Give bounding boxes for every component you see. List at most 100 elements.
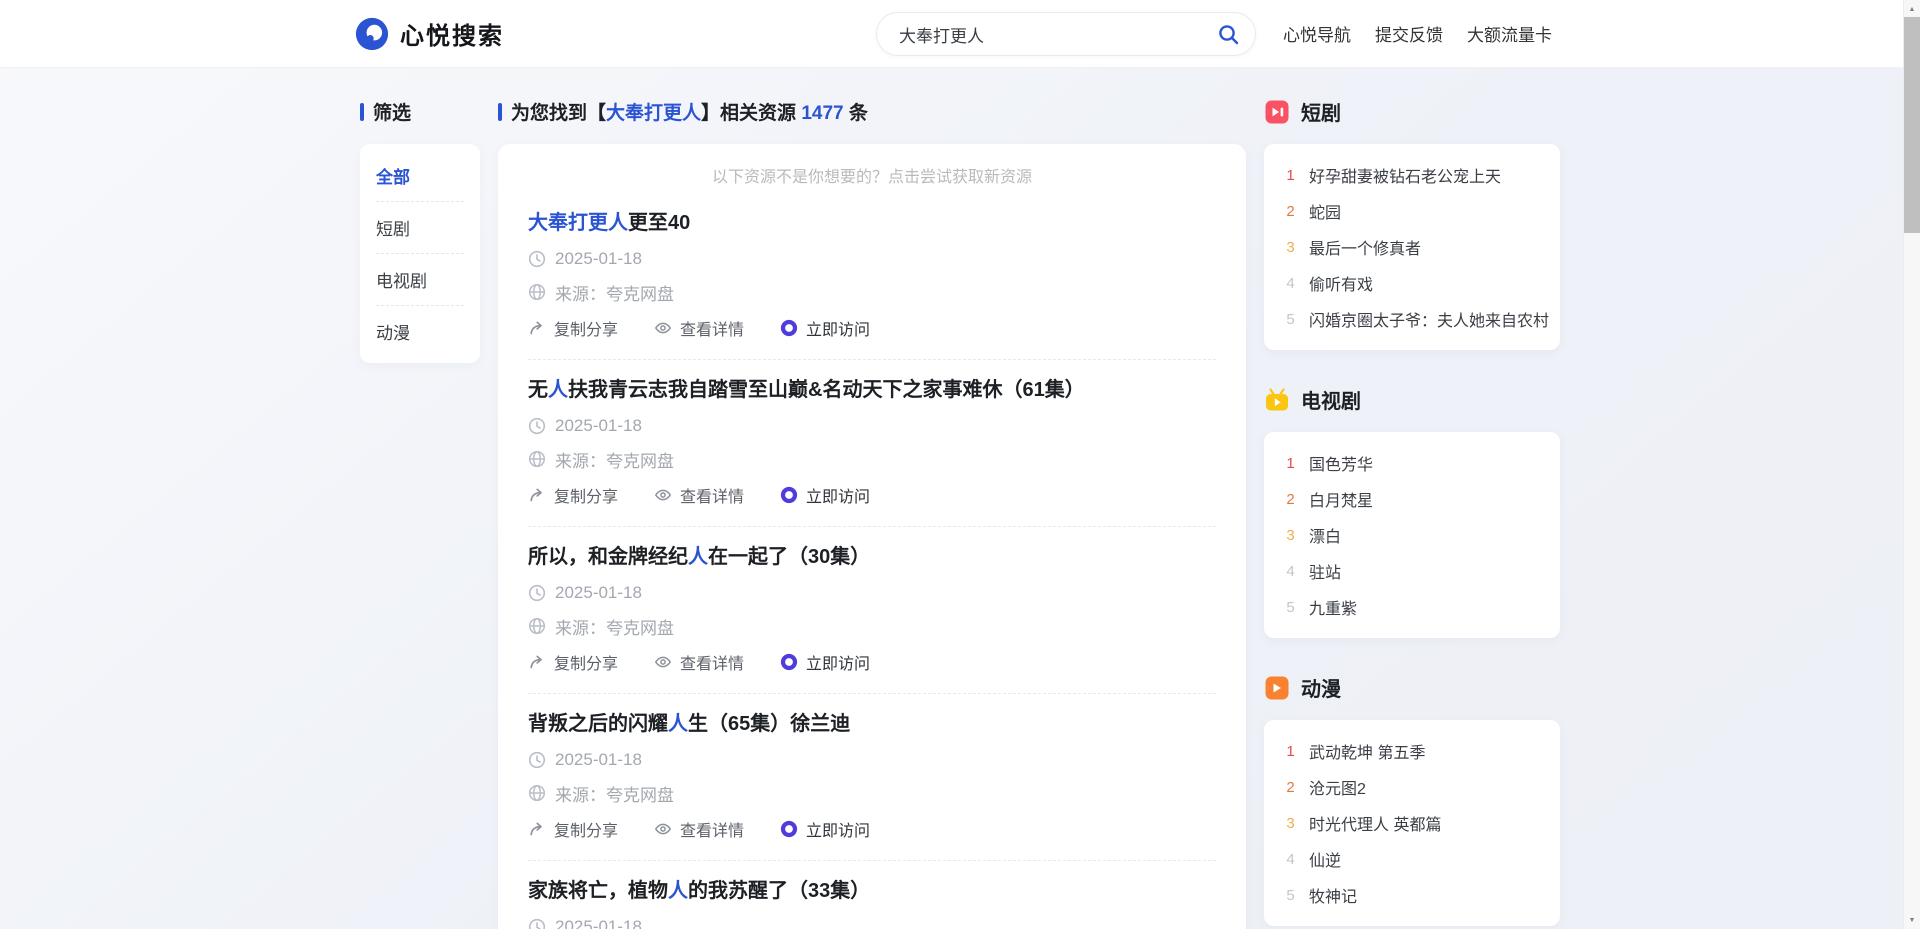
logo[interactable]: 心悦搜索 <box>354 0 504 67</box>
rank-label: 沧元图2 <box>1309 775 1366 799</box>
view-detail-button[interactable]: 查看详情 <box>654 817 744 841</box>
rank-item[interactable]: 4驻站 <box>1284 553 1540 589</box>
nav-link-data-card[interactable]: 大额流量卡 <box>1467 21 1552 46</box>
result-title[interactable]: 家族将亡，植物人的我苏醒了（33集） <box>528 878 1216 904</box>
filter-item-anime[interactable]: 动漫 <box>376 306 464 357</box>
visit-now-button[interactable]: 立即访问 <box>780 817 870 841</box>
result-date: 2025-01-18 <box>528 416 1216 436</box>
rank-item[interactable]: 5牧神记 <box>1284 877 1540 913</box>
rank-label: 九重紫 <box>1309 595 1357 619</box>
search-button[interactable] <box>1217 23 1255 46</box>
copy-share-button[interactable]: 复制分享 <box>528 650 618 674</box>
result-actions: 复制分享 查看详情 立即访问 <box>528 485 1216 505</box>
search-box[interactable] <box>876 12 1256 56</box>
scrollbar-thumb[interactable] <box>1904 17 1920 233</box>
summary-suffix: 条 <box>844 103 868 124</box>
filter-item-short-drama[interactable]: 短剧 <box>376 202 464 254</box>
title-text: 生（65集）徐兰迪 <box>688 713 850 735</box>
rank-number: 1 <box>1284 455 1297 472</box>
rankings-sidebar: 短剧 1好孕甜妻被钻石老公宠上天 2蛇园 3最后一个修真者 4偷听有戏 5闪婚京… <box>1264 98 1560 926</box>
visit-now-label: 立即访问 <box>806 817 870 841</box>
source-text: 来源：夸克网盘 <box>555 447 674 472</box>
date-text: 2025-01-18 <box>555 416 642 436</box>
result-title[interactable]: 背叛之后的闪耀人生（65集）徐兰迪 <box>528 711 1216 737</box>
rank-item[interactable]: 1国色芳华 <box>1284 445 1540 481</box>
rank-item[interactable]: 2白月梵星 <box>1284 481 1540 517</box>
rank-item[interactable]: 2 沧元图2 <box>1284 769 1540 805</box>
rank-item[interactable]: 1好孕甜妻被钻石老公宠上天 <box>1284 157 1540 193</box>
clock-icon <box>528 417 546 435</box>
rank-number: 1 <box>1284 743 1297 760</box>
logo-text: 心悦搜索 <box>400 16 504 51</box>
clock-icon <box>528 918 546 929</box>
copy-share-label: 复制分享 <box>554 817 618 841</box>
nav-link-xinyue-nav[interactable]: 心悦导航 <box>1283 21 1351 46</box>
result-title[interactable]: 大奉打更人更至40 <box>528 210 1216 236</box>
view-detail-button[interactable]: 查看详情 <box>654 316 744 340</box>
view-detail-label: 查看详情 <box>680 650 744 674</box>
share-icon <box>528 653 546 671</box>
filter-sidebar: 筛选 全部 短剧 电视剧 动漫 <box>360 98 480 363</box>
short-drama-icon <box>1264 99 1290 125</box>
rank-number: 2 <box>1284 779 1297 796</box>
title-highlight: 人 <box>668 880 688 902</box>
date-text: 2025-01-18 <box>555 750 642 770</box>
rank-item[interactable]: 5闪婚京圈太子爷：夫人她来自农村 <box>1284 301 1540 337</box>
view-detail-button[interactable]: 查看详情 <box>654 650 744 674</box>
copy-share-button[interactable]: 复制分享 <box>528 817 618 841</box>
clock-icon <box>528 584 546 602</box>
rank-number: 2 <box>1284 203 1297 220</box>
result-source: 来源：夸克网盘 <box>528 783 1216 803</box>
scroll-down-arrow[interactable]: ▼ <box>1904 912 1920 928</box>
result-source: 来源：夸克网盘 <box>528 449 1216 469</box>
title-text: 的我苏醒了（33集） <box>688 880 870 902</box>
title-highlight: 大奉打更人 <box>528 212 628 234</box>
rank-number: 5 <box>1284 887 1297 904</box>
summary-middle: 】相关资源 <box>701 103 801 124</box>
result-source: 来源：夸克网盘 <box>528 616 1216 636</box>
visit-now-button[interactable]: 立即访问 <box>780 316 870 340</box>
result-title[interactable]: 所以，和金牌经纪人在一起了（30集） <box>528 544 1216 570</box>
logo-icon <box>354 16 390 52</box>
title-highlight: 人 <box>668 713 688 735</box>
scrollbar[interactable]: ▲ ▼ <box>1903 0 1920 929</box>
copy-share-button[interactable]: 复制分享 <box>528 316 618 340</box>
rank-title: 短剧 <box>1301 97 1341 126</box>
nav-link-feedback[interactable]: 提交反馈 <box>1375 21 1443 46</box>
search-input[interactable] <box>877 24 1217 44</box>
scroll-up-arrow[interactable]: ▲ <box>1904 1 1920 17</box>
rank-item[interactable]: 5 九重紫 <box>1284 589 1540 625</box>
result-title[interactable]: 无人扶我青云志我自踏雪至山巅&名动天下之家事难休（61集） <box>528 377 1216 403</box>
result-actions: 复制分享 查看详情 立即访问 <box>528 652 1216 672</box>
copy-share-label: 复制分享 <box>554 650 618 674</box>
rank-item[interactable]: 2蛇园 <box>1284 193 1540 229</box>
heading-accent-bar <box>360 103 364 121</box>
visit-ring-icon <box>780 486 798 504</box>
rank-number: 5 <box>1284 599 1297 616</box>
rank-label: 闪婚京圈太子爷：夫人她来自农村 <box>1309 307 1549 331</box>
globe-icon <box>528 617 546 635</box>
rank-item[interactable]: 4仙逆 <box>1284 841 1540 877</box>
copy-share-button[interactable]: 复制分享 <box>528 483 618 507</box>
rank-item[interactable]: 4偷听有戏 <box>1284 265 1540 301</box>
rank-item[interactable]: 3漂白 <box>1284 517 1540 553</box>
view-detail-button[interactable]: 查看详情 <box>654 483 744 507</box>
rank-label: 时光代理人 英都篇 <box>1309 811 1441 835</box>
result-actions: 复制分享 查看详情 立即访问 <box>528 318 1216 338</box>
heading-accent-bar <box>498 103 502 121</box>
visit-now-button[interactable]: 立即访问 <box>780 483 870 507</box>
header-nav: 心悦导航 提交反馈 大额流量卡 <box>1283 0 1552 67</box>
visit-now-button[interactable]: 立即访问 <box>780 650 870 674</box>
rank-label: 最后一个修真者 <box>1309 235 1421 259</box>
rank-item[interactable]: 1武动乾坤 第五季 <box>1284 733 1540 769</box>
source-text: 来源：夸克网盘 <box>555 280 674 305</box>
copy-share-label: 复制分享 <box>554 316 618 340</box>
rank-title: 动漫 <box>1301 673 1341 702</box>
refresh-notice[interactable]: 以下资源不是你想要的？点击尝试获取新资源 <box>528 168 1216 187</box>
rank-item[interactable]: 3最后一个修真者 <box>1284 229 1540 265</box>
title-text: 扶我青云志我自踏雪至山巅&名动天下之家事难休（61集） <box>568 379 1085 401</box>
filter-item-tv-series[interactable]: 电视剧 <box>376 254 464 306</box>
rank-item[interactable]: 3时光代理人 英都篇 <box>1284 805 1540 841</box>
result-date: 2025-01-18 <box>528 750 1216 770</box>
filter-item-all[interactable]: 全部 <box>376 150 464 202</box>
